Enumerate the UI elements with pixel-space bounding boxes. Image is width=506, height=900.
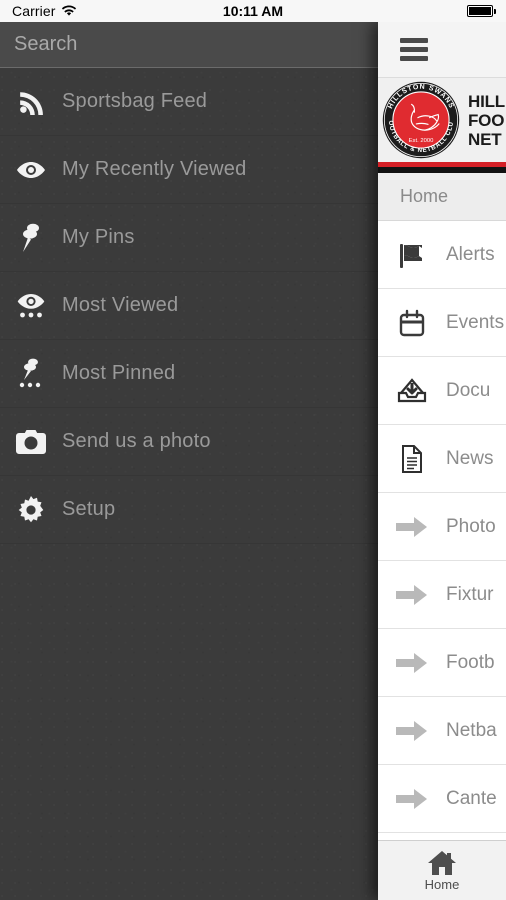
sidebar-item-label: Sportsbag Feed <box>62 90 208 112</box>
eye-dots-icon <box>0 293 62 319</box>
pin-dots-icon <box>0 358 62 390</box>
battery-cap <box>494 8 496 14</box>
sidebar-item-my-recently-viewed[interactable]: My Recently Viewed <box>0 136 380 204</box>
nav-list: Alerts Events Docu News Photo Fixtur Foo… <box>378 221 506 833</box>
sidebar-item-label: Send us a photo <box>62 430 211 452</box>
section-header-home: Home <box>378 173 506 221</box>
flag-icon <box>378 240 446 270</box>
sidebar-item-sportsbag-feed[interactable]: Sportsbag Feed <box>0 68 380 136</box>
sidebar-item-label: My Recently Viewed <box>62 158 247 180</box>
list-item-label: Events <box>446 311 505 333</box>
sidebar-item-most-viewed[interactable]: Most Viewed <box>0 272 380 340</box>
document-icon <box>378 444 446 474</box>
list-item-label: Fixtur <box>446 583 494 605</box>
arrow-right-icon <box>378 788 446 810</box>
club-logo: HILLSTON SWANS FOOTBALL & NETBALL CLUB E… <box>379 78 460 159</box>
club-name-line1: HILL <box>468 91 505 111</box>
status-bar: Carrier 10:11 AM <box>0 0 506 22</box>
list-item-label: Docu <box>446 379 491 401</box>
sidebar-item-my-pins[interactable]: My Pins <box>0 204 380 272</box>
sidebar-item-label: Most Viewed <box>62 294 179 316</box>
camera-icon <box>0 429 62 454</box>
arrow-right-icon <box>378 652 446 674</box>
club-name-line2: FOO <box>468 110 505 130</box>
tab-label: Home <box>424 876 460 892</box>
bottom-tab-bar: Home <box>378 840 506 900</box>
list-item-photos[interactable]: Photo <box>378 493 506 561</box>
rss-icon <box>0 89 62 115</box>
app-screen: Carrier 10:11 AM Search Sportsbag Feed M… <box>0 0 506 900</box>
list-item-fixtures[interactable]: Fixtur <box>378 561 506 629</box>
list-item-football[interactable]: Footb <box>378 629 506 697</box>
sidebar-item-label: Most Pinned <box>62 362 176 384</box>
tab-home[interactable]: Home <box>424 850 460 892</box>
inbox-download-icon <box>378 376 446 406</box>
battery-full-icon <box>467 5 493 17</box>
list-item-documents[interactable]: Docu <box>378 357 506 425</box>
content-panel: HILLSTON SWANS FOOTBALL & NETBALL CLUB E… <box>378 22 506 900</box>
list-item-label: Alerts <box>446 243 495 265</box>
sidebar-item-send-us-a-photo[interactable]: Send us a photo <box>0 408 380 476</box>
list-item-news[interactable]: News <box>378 425 506 493</box>
brand-header: HILLSTON SWANS FOOTBALL & NETBALL CLUB E… <box>378 78 506 162</box>
list-item-alerts[interactable]: Alerts <box>378 221 506 289</box>
arrow-right-icon <box>378 516 446 538</box>
arrow-right-icon <box>378 584 446 606</box>
drawer-menu: Sportsbag Feed My Recently Viewed My Pin… <box>0 68 380 544</box>
top-navbar <box>378 22 506 78</box>
list-item-label: News <box>446 447 494 469</box>
calendar-icon <box>378 308 446 338</box>
hamburger-icon[interactable] <box>400 38 428 61</box>
list-item-label: Footb <box>446 651 495 673</box>
club-name: HILL FOO NET <box>468 92 505 149</box>
sidebar-item-most-pinned[interactable]: Most Pinned <box>0 340 380 408</box>
sidebar-item-label: Setup <box>62 498 116 520</box>
svg-text:Est. 2000: Est. 2000 <box>409 138 434 144</box>
home-icon <box>428 850 456 875</box>
club-name-line3: NET <box>468 129 502 149</box>
status-bar-time: 10:11 AM <box>222 3 284 19</box>
search-bar[interactable]: Search <box>0 22 380 68</box>
list-item-label: Photo <box>446 515 496 537</box>
status-bar-right <box>467 5 496 17</box>
list-item-label: Netba <box>446 719 497 741</box>
list-item-netball[interactable]: Netba <box>378 697 506 765</box>
search-input[interactable]: Search <box>14 33 77 56</box>
list-item-canteen[interactable]: Cante <box>378 765 506 833</box>
gear-icon <box>0 495 62 524</box>
pin-icon <box>0 223 62 253</box>
list-item-label: Cante <box>446 787 497 809</box>
sidebar-item-setup[interactable]: Setup <box>0 476 380 544</box>
arrow-right-icon <box>378 720 446 742</box>
eye-icon <box>0 160 62 180</box>
side-drawer: Search Sportsbag Feed My Recently Viewed… <box>0 22 380 900</box>
sidebar-item-label: My Pins <box>62 226 135 248</box>
list-item-events[interactable]: Events <box>378 289 506 357</box>
section-title: Home <box>400 186 449 206</box>
